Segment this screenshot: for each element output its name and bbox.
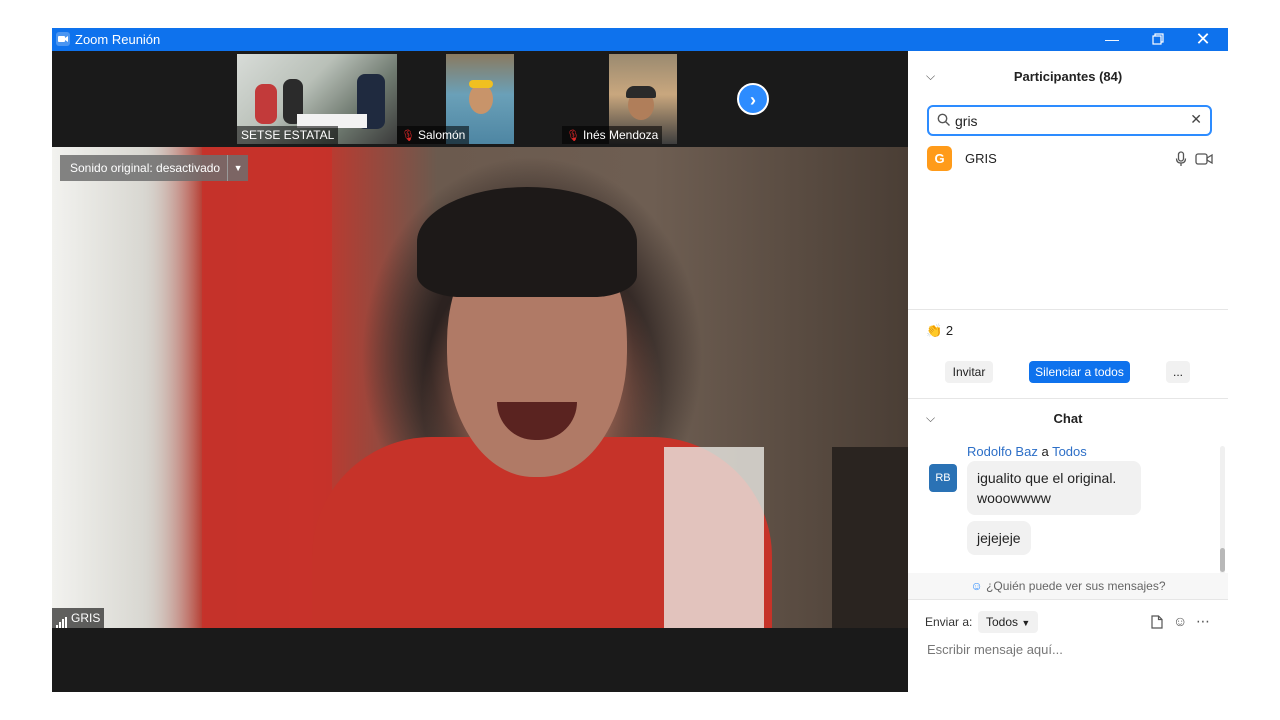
participant-search[interactable]: ✕: [927, 105, 1212, 136]
more-icon[interactable]: ⋯: [1196, 613, 1210, 630]
emoji-icon[interactable]: ☺: [1173, 613, 1187, 629]
participant-row[interactable]: G GRIS: [927, 146, 1217, 172]
send-to-label: Enviar a:: [925, 615, 973, 629]
chat-title: Chat: [1053, 411, 1083, 426]
sender-name[interactable]: Rodolfo Baz: [967, 444, 1038, 459]
thumbnail-name: 🎙︎ Inés Mendoza: [562, 126, 663, 144]
thumbnail-name: 🎙︎ Salomón: [397, 126, 470, 144]
active-speaker-video: Sonido original: desactivado ▼ GRIS: [52, 147, 908, 628]
title-bar: Zoom Reunión — ✕: [52, 28, 1228, 51]
message-visibility-link[interactable]: ☺ ¿Quién puede ver sus mensajes?: [908, 573, 1228, 599]
minimize-icon: —: [1105, 31, 1119, 47]
caret-down-icon[interactable]: ▼: [227, 155, 248, 181]
mute-all-button[interactable]: Silenciar a todos: [1029, 361, 1130, 383]
clapping-hands-icon: 👏: [926, 323, 943, 338]
chat-message: jejejeje: [967, 521, 1031, 555]
search-input[interactable]: [953, 112, 1187, 130]
divider: [908, 309, 1228, 310]
chevron-down-icon: ▼: [1021, 618, 1031, 628]
file-icon[interactable]: [1151, 615, 1163, 629]
original-sound-toggle[interactable]: Sonido original: desactivado ▼: [60, 155, 249, 181]
avatar: RB: [929, 464, 957, 492]
search-icon: [937, 113, 950, 126]
video-area: SETSE ESTATAL 🎙︎ Salomón 🎙︎ Inés Mendoza ›: [52, 51, 908, 692]
minimize-button[interactable]: —: [1089, 28, 1135, 51]
zoom-window: Zoom Reunión — ✕ SETSE ESTATAL 🎙︎ Salomó…: [52, 28, 1228, 692]
video-thumbnail[interactable]: SETSE ESTATAL: [237, 54, 397, 144]
divider: [908, 398, 1228, 399]
signal-strength-icon: [56, 609, 68, 628]
avatar: G: [927, 146, 952, 171]
chat-header: ⌵ Chat: [908, 407, 1228, 435]
thumbnail-strip: SETSE ESTATAL 🎙︎ Salomón 🎙︎ Inés Mendoza ›: [52, 51, 908, 147]
reaction-count: 👏 2: [926, 323, 954, 338]
next-page-button[interactable]: ›: [737, 83, 769, 115]
thumbnail-name: SETSE ESTATAL: [237, 126, 339, 144]
clear-search-icon[interactable]: ✕: [1190, 111, 1202, 128]
more-options-button[interactable]: ...: [1166, 361, 1190, 383]
microphone-icon[interactable]: [1175, 151, 1187, 167]
restore-icon: [1152, 33, 1164, 45]
chat-message-input[interactable]: [925, 641, 1219, 658]
person-lock-icon: ☺: [970, 579, 983, 593]
video-camera-icon[interactable]: [1195, 153, 1213, 165]
muted-mic-icon: 🎙︎: [401, 130, 415, 142]
close-button[interactable]: ✕: [1180, 28, 1226, 51]
chat-sender-line: Rodolfo Baz a Todos: [967, 444, 1087, 459]
window-title: Zoom Reunión: [75, 32, 161, 47]
video-thumbnail[interactable]: 🎙︎ Inés Mendoza: [562, 54, 723, 144]
video-thumbnail[interactable]: 🎙︎ Salomón: [397, 54, 582, 144]
invite-button[interactable]: Invitar: [945, 361, 993, 383]
restore-button[interactable]: [1135, 28, 1181, 51]
chat-scrollbar-thumb[interactable]: [1220, 548, 1225, 572]
participants-header: ⌵ Participantes (84): [908, 65, 1228, 93]
participant-name: GRIS: [965, 151, 997, 166]
side-panel: ⌵ Participantes (84) ✕ G GRIS: [908, 51, 1228, 692]
chat-message: igualito que el original. wooowwww: [967, 461, 1141, 515]
muted-mic-icon: 🎙︎: [566, 130, 580, 142]
divider: [908, 599, 1228, 600]
recipient-name[interactable]: Todos: [1052, 444, 1087, 459]
speaker-name-tag: GRIS: [52, 608, 105, 628]
close-icon: ✕: [1195, 29, 1211, 49]
send-to-dropdown[interactable]: Todos ▼: [978, 611, 1039, 633]
participants-title: Participantes (84): [1013, 69, 1123, 84]
zoom-app-icon: [56, 32, 70, 46]
chevron-right-icon: ›: [750, 90, 756, 110]
